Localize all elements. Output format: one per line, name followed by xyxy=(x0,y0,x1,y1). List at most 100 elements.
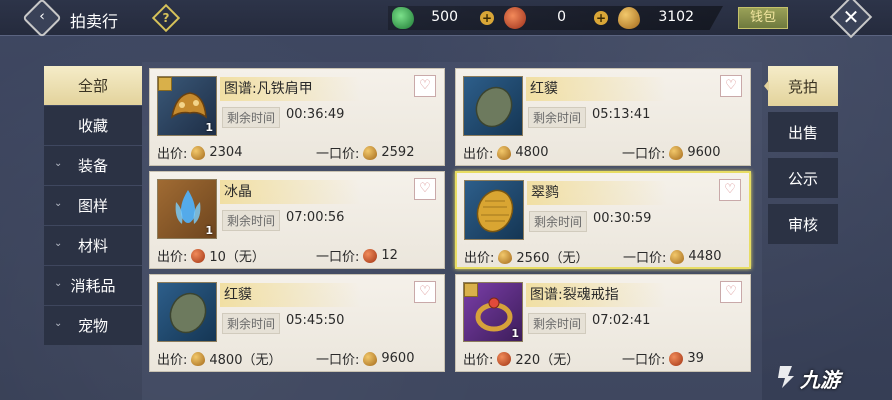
buyout-label: 一口价: xyxy=(316,250,360,265)
buyout-price: 一口价: 39 xyxy=(622,349,704,368)
item-name: 图谱:裂魂戒指 xyxy=(526,283,666,307)
item-name: 冰晶 xyxy=(220,180,360,204)
bid-value: 4800（无） xyxy=(209,353,282,368)
auction-item-card[interactable]: 红貘 ♡ 剩余时间 05:13:41 出价: 4800 一口价: 9600 xyxy=(455,68,751,166)
item-thumbnail xyxy=(463,76,523,136)
jade-amount: 500 xyxy=(431,9,458,25)
back-arrow-icon: ‹ xyxy=(39,8,45,25)
remaining-time-label: 剩余时间 xyxy=(222,210,281,231)
item-thumbnail: 1 xyxy=(157,179,217,239)
nine-game-logo-icon xyxy=(778,366,794,388)
remaining-time-value: 07:00:56 xyxy=(286,210,345,225)
remaining-time-value: 05:13:41 xyxy=(592,107,651,122)
red-gem-add-button[interactable]: + xyxy=(594,11,608,25)
buyout-label: 一口价: xyxy=(623,251,667,266)
help-icon: ? xyxy=(162,11,170,25)
remaining-time-label: 剩余时间 xyxy=(529,211,588,232)
bid-value: 4800 xyxy=(515,145,549,160)
auction-item-card[interactable]: 1 冰晶 ♡ 剩余时间 07:00:56 出价: 10（无） 一口价: 12 xyxy=(149,171,445,269)
category-label: 图样 xyxy=(77,197,108,215)
category-label: 收藏 xyxy=(77,117,108,135)
gold-coin-icon xyxy=(498,249,513,264)
remaining-time-label: 剩余时间 xyxy=(528,107,587,128)
bid-label: 出价: xyxy=(463,353,494,368)
bid-label: 出价: xyxy=(463,147,494,162)
red-gem-icon xyxy=(191,248,206,263)
remaining-time-label: 剩余时间 xyxy=(222,107,281,128)
close-button[interactable]: ✕ xyxy=(829,0,873,39)
buyout-price: 一口价: 9600 xyxy=(622,143,720,162)
close-icon: ✕ xyxy=(842,5,860,29)
tab-sell[interactable]: 出售 xyxy=(768,112,838,152)
help-button[interactable]: ? xyxy=(151,3,181,33)
auction-item-card[interactable]: 1 图谱:裂魂戒指 ♡ 剩余时间 07:02:41 出价: 220（无） 一口价… xyxy=(455,274,751,372)
golden-egg-icon xyxy=(476,189,514,233)
buyout-price: 一口价: 4480 xyxy=(623,247,721,266)
red-gem-amount: 0 xyxy=(557,9,566,25)
category-patterns[interactable]: ⌄ 图样 xyxy=(44,186,142,225)
tab-label: 出售 xyxy=(787,123,818,142)
buyout-value: 12 xyxy=(381,248,398,263)
buyout-price: 一口价: 9600 xyxy=(316,349,414,368)
back-button[interactable]: ‹ xyxy=(22,0,62,38)
buyout-value: 9600 xyxy=(687,145,721,160)
favorite-heart-icon[interactable]: ♡ xyxy=(719,179,741,201)
bid-label: 出价: xyxy=(157,250,188,265)
tab-review[interactable]: 审核 xyxy=(768,204,838,244)
red-gem-icon xyxy=(363,248,378,263)
tab-label: 审核 xyxy=(787,215,818,234)
item-name: 图谱:凡铁肩甲 xyxy=(220,77,360,101)
chevron-down-icon: ⌄ xyxy=(54,318,63,329)
category-pets[interactable]: ⌄ 宠物 xyxy=(44,306,142,345)
favorite-heart-icon[interactable]: ♡ xyxy=(414,281,436,303)
watermark-text: 九游 xyxy=(800,368,840,392)
egg-icon xyxy=(169,292,207,334)
gold-amount: 3102 xyxy=(658,9,694,25)
favorite-heart-icon[interactable]: ♡ xyxy=(720,75,742,97)
recipe-badge-icon xyxy=(158,77,172,91)
gold-coin-icon xyxy=(669,145,684,160)
category-consumables[interactable]: ⌄ 消耗品 xyxy=(44,266,142,305)
auction-item-card[interactable]: 红貘 ♡ 剩余时间 05:45:50 出价: 4800（无） 一口价: 9600 xyxy=(149,274,445,372)
category-label: 全部 xyxy=(77,77,108,95)
mode-menu: 竞拍 出售 公示 审核 xyxy=(764,66,838,250)
gold-coin-icon xyxy=(191,351,206,366)
buyout-label: 一口价: xyxy=(622,353,666,368)
category-materials[interactable]: ⌄ 材料 xyxy=(44,226,142,265)
auction-item-card-selected[interactable]: 翠鹨 ♡ 剩余时间 00:30:59 出价: 2560（无） 一口价: 4480 xyxy=(455,171,751,269)
favorite-heart-icon[interactable]: ♡ xyxy=(414,75,436,97)
chevron-down-icon: ⌄ xyxy=(54,198,63,209)
chevron-down-icon: ⌄ xyxy=(54,278,63,289)
bid-price: 出价: 2560（无） xyxy=(464,247,588,266)
tab-public-notice[interactable]: 公示 xyxy=(768,158,838,198)
gold-coin-icon xyxy=(497,145,512,160)
auction-listing-panel: 1 图谱:凡铁肩甲 ♡ 剩余时间 00:36:49 出价: 2304 一口价: … xyxy=(142,62,762,400)
remaining-time-value: 00:30:59 xyxy=(593,211,652,226)
tab-label: 公示 xyxy=(787,169,818,188)
category-favorites[interactable]: 收藏 xyxy=(44,106,142,145)
category-equipment[interactable]: ⌄ 装备 xyxy=(44,146,142,185)
bid-value: 10（无） xyxy=(209,250,265,265)
bid-value: 220（无） xyxy=(515,353,580,368)
bid-price: 出价: 4800 xyxy=(463,143,548,162)
tab-auction-bid[interactable]: 竞拍 xyxy=(764,66,838,106)
buyout-label: 一口价: xyxy=(316,147,360,162)
jade-add-button[interactable]: + xyxy=(480,11,494,25)
chevron-down-icon: ⌄ xyxy=(54,238,63,249)
wallet-button[interactable]: 钱包 xyxy=(738,7,788,29)
currency-bar: 500 + 0 + 3102 xyxy=(388,6,723,30)
remaining-time-label: 剩余时间 xyxy=(528,313,587,334)
category-label: 消耗品 xyxy=(70,277,116,295)
item-thumbnail xyxy=(464,180,524,240)
buyout-price: 一口价: 12 xyxy=(316,246,398,265)
remaining-time-value: 05:45:50 xyxy=(286,313,345,328)
auction-item-card[interactable]: 1 图谱:凡铁肩甲 ♡ 剩余时间 00:36:49 出价: 2304 一口价: … xyxy=(149,68,445,166)
bid-label: 出价: xyxy=(464,251,495,266)
favorite-heart-icon[interactable]: ♡ xyxy=(720,281,742,303)
recipe-badge-icon xyxy=(464,283,478,297)
favorite-heart-icon[interactable]: ♡ xyxy=(414,178,436,200)
category-all[interactable]: 全部 xyxy=(44,66,142,105)
gold-coin-icon xyxy=(191,145,206,160)
category-label: 装备 xyxy=(77,157,108,175)
bid-price: 出价: 220（无） xyxy=(463,349,579,368)
